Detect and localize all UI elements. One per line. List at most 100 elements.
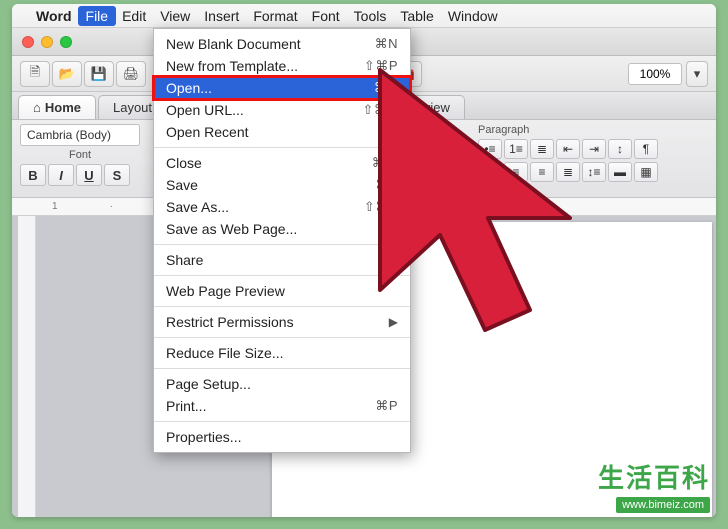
justify-icon[interactable]: ≣ bbox=[556, 162, 580, 182]
watermark-url: www.bimeiz.com bbox=[616, 497, 710, 513]
paragraph-group-label: Paragraph bbox=[478, 124, 708, 136]
menu-separator bbox=[154, 275, 410, 276]
sort-icon[interactable]: ↕ bbox=[608, 139, 632, 159]
menu-font[interactable]: Font bbox=[312, 8, 340, 24]
menu-item-properties[interactable]: Properties... bbox=[154, 426, 410, 448]
watermark-text: 生活百科 bbox=[598, 458, 710, 495]
zoom-level[interactable]: 100% bbox=[628, 63, 682, 85]
menu-separator bbox=[154, 368, 410, 369]
submenu-arrow-icon: ▶ bbox=[389, 253, 398, 267]
menu-item-label: Page Setup... bbox=[166, 376, 251, 392]
menu-item-new-blank-document[interactable]: New Blank Document ⌘N bbox=[154, 33, 410, 55]
menu-item-label: New Blank Document bbox=[166, 36, 301, 52]
word-window: Word File Edit View Insert Format Font T… bbox=[12, 4, 716, 517]
menu-separator bbox=[154, 421, 410, 422]
menu-item-label: Open URL... bbox=[166, 102, 244, 118]
menu-item-label: Close bbox=[166, 155, 202, 171]
zoom-dropdown-icon[interactable]: ▾ bbox=[686, 61, 708, 87]
menu-shortcut: ⌘P bbox=[375, 398, 398, 414]
menu-item-close[interactable]: Close ⌘W bbox=[154, 152, 410, 174]
menu-item-save-as[interactable]: Save As...⇧⌘S bbox=[154, 196, 410, 218]
toolbar-open-icon[interactable]: 📂 bbox=[52, 61, 82, 87]
font-group-label: Font bbox=[20, 149, 140, 161]
menu-separator bbox=[154, 244, 410, 245]
menu-item-page-setup[interactable]: Page Setup... bbox=[154, 373, 410, 395]
menu-shortcut: ⇧⌘O bbox=[362, 102, 398, 118]
menu-view[interactable]: View bbox=[160, 8, 190, 24]
menu-item-label: Web Page Preview bbox=[166, 283, 285, 299]
menu-separator bbox=[154, 147, 410, 148]
menu-shortcut: ⌘W bbox=[372, 155, 398, 171]
menu-item-label: Reduce File Size... bbox=[166, 345, 284, 361]
strike-button[interactable]: S bbox=[104, 164, 130, 186]
submenu-arrow-icon: ▶ bbox=[389, 315, 398, 329]
menu-item-share[interactable]: Share ▶ bbox=[154, 249, 410, 271]
line-spacing-icon[interactable]: ↕≡ bbox=[582, 162, 606, 182]
menu-item-label: Open Recent bbox=[166, 124, 249, 140]
menu-window[interactable]: Window bbox=[448, 8, 498, 24]
menu-separator bbox=[154, 337, 410, 338]
traffic-light-zoom[interactable] bbox=[60, 36, 72, 48]
watermark: 生活百科 www.bimeiz.com bbox=[598, 458, 710, 513]
menu-item-new-from-template[interactable]: New from Template... ⇧⌘P bbox=[154, 55, 410, 77]
menu-item-label: New from Template... bbox=[166, 58, 298, 74]
menu-format[interactable]: Format bbox=[253, 8, 297, 24]
underline-button[interactable]: U bbox=[76, 164, 102, 186]
borders-icon[interactable]: ▦ bbox=[634, 162, 658, 182]
menu-item-open-url[interactable]: Open URL... ⇧⌘O bbox=[154, 99, 410, 121]
menu-item-label: Save as Web Page... bbox=[166, 221, 297, 237]
show-marks-icon[interactable]: ¶ bbox=[634, 139, 658, 159]
menu-tools[interactable]: Tools bbox=[354, 8, 387, 24]
traffic-light-minimize[interactable] bbox=[41, 36, 53, 48]
home-icon: ⌂ bbox=[33, 100, 41, 115]
align-left-icon[interactable]: ≡ bbox=[478, 162, 502, 182]
shading-icon[interactable]: ▬ bbox=[608, 162, 632, 182]
menu-shortcut: ⌘N bbox=[375, 36, 398, 52]
submenu-arrow-icon: ▶ bbox=[389, 125, 398, 139]
menu-item-web-page-preview[interactable]: Web Page Preview bbox=[154, 280, 410, 302]
menu-item-label: Restrict Permissions bbox=[166, 314, 294, 330]
paragraph-group: Paragraph •≡ 1≡ ≣ ⇤ ⇥ ↕ ¶ ≡ ≡ ≡ ≣ ↕≡ ▬ ▦ bbox=[478, 124, 708, 193]
menu-item-label: Print... bbox=[166, 398, 206, 414]
menu-item-print[interactable]: Print... ⌘P bbox=[154, 395, 410, 417]
tab-home[interactable]: ⌂ Home bbox=[18, 95, 96, 119]
tab-home-label: Home bbox=[45, 100, 81, 115]
menu-item-reduce-file-size[interactable]: Reduce File Size... bbox=[154, 342, 410, 364]
menu-file[interactable]: File bbox=[78, 6, 117, 26]
italic-button[interactable]: I bbox=[48, 164, 74, 186]
menu-insert[interactable]: Insert bbox=[204, 8, 239, 24]
indent-left-icon[interactable]: ⇤ bbox=[556, 139, 580, 159]
align-right-icon[interactable]: ≡ bbox=[530, 162, 554, 182]
menu-item-restrict-permissions[interactable]: Restrict Permissions ▶ bbox=[154, 311, 410, 333]
menu-item-label: Share bbox=[166, 252, 203, 268]
numbering-icon[interactable]: 1≡ bbox=[504, 139, 528, 159]
font-group: Cambria (Body) Font B I U S bbox=[20, 124, 140, 193]
menu-table[interactable]: Table bbox=[400, 8, 433, 24]
menu-separator bbox=[154, 306, 410, 307]
align-center-icon[interactable]: ≡ bbox=[504, 162, 528, 182]
mac-menubar: Word File Edit View Insert Format Font T… bbox=[12, 4, 716, 28]
toolbar-new-icon[interactable]: 🗎 bbox=[20, 61, 50, 87]
menu-item-open[interactable]: Open... ⌘O bbox=[154, 77, 410, 99]
toolbar-save-icon[interactable]: 💾 bbox=[84, 61, 114, 87]
menu-item-label: Properties... bbox=[166, 429, 241, 445]
menu-item-open-recent[interactable]: Open Recent ▶ bbox=[154, 121, 410, 143]
toolbar-print-icon[interactable]: 🖨 bbox=[116, 61, 146, 87]
menu-item-label: Save As... bbox=[166, 199, 229, 215]
menu-item-label: Open... bbox=[166, 80, 212, 96]
bold-button[interactable]: B bbox=[20, 164, 46, 186]
traffic-light-close[interactable] bbox=[22, 36, 34, 48]
font-name-select[interactable]: Cambria (Body) bbox=[20, 124, 140, 146]
vertical-ruler[interactable] bbox=[18, 216, 36, 517]
menu-item-save[interactable]: Save⌘S bbox=[154, 174, 410, 196]
app-name[interactable]: Word bbox=[36, 8, 72, 24]
file-menu-dropdown: New Blank Document ⌘N New from Template...… bbox=[153, 28, 411, 453]
menu-shortcut: ⌘S bbox=[375, 177, 398, 193]
multilevel-icon[interactable]: ≣ bbox=[530, 139, 554, 159]
menu-edit[interactable]: Edit bbox=[122, 8, 146, 24]
bullets-icon[interactable]: •≡ bbox=[478, 139, 502, 159]
indent-right-icon[interactable]: ⇥ bbox=[582, 139, 606, 159]
menu-shortcut: ⇧⌘P bbox=[364, 58, 398, 74]
menu-item-save-as-web-page[interactable]: Save as Web Page... bbox=[154, 218, 410, 240]
menu-shortcut: ⌘O bbox=[374, 80, 398, 96]
